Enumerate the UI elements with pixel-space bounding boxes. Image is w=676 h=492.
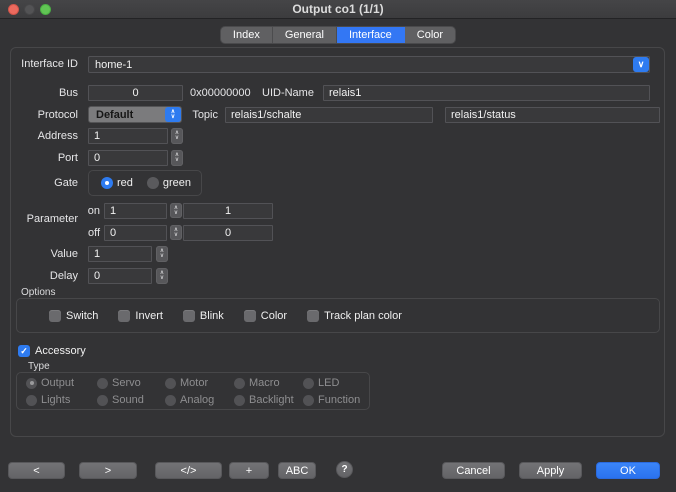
apply-button[interactable]: Apply	[519, 462, 582, 479]
help-button[interactable]: ?	[336, 461, 353, 478]
prev-button[interactable]: <	[8, 462, 65, 479]
options-group-label: Options	[21, 287, 55, 298]
address-label: Address	[0, 130, 78, 142]
delay-stepper[interactable]: ∧∨	[156, 268, 168, 284]
zoom-button[interactable]	[40, 4, 51, 15]
parameter-off-field[interactable]: 0	[104, 225, 167, 241]
port-field[interactable]: 0	[88, 150, 168, 166]
gate-radio-red[interactable]: red	[101, 177, 133, 189]
tab-interface[interactable]: Interface	[337, 27, 405, 43]
parameter-off-label: off	[60, 227, 100, 239]
value-stepper[interactable]: ∧∨	[156, 246, 168, 262]
topic-send-field[interactable]: relais1/schalte	[225, 107, 433, 123]
type-radio-led: LED	[303, 377, 369, 389]
window-controls	[8, 4, 51, 15]
minimize-button	[24, 4, 35, 15]
topic-status-field[interactable]: relais1/status	[445, 107, 660, 123]
type-radio-sound: Sound	[97, 394, 165, 406]
interface-id-value: home-1	[89, 59, 633, 71]
value-field[interactable]: 1	[88, 246, 152, 262]
radio-icon	[26, 378, 37, 389]
add-button[interactable]: +	[229, 462, 269, 479]
radio-icon	[165, 395, 176, 406]
chevron-down-icon[interactable]: ∨	[633, 57, 649, 72]
options-group: Switch Invert Blink Color Track plan col…	[16, 298, 660, 333]
tab-color[interactable]: Color	[405, 27, 455, 43]
titlebar: Output co1 (1/1)	[0, 0, 676, 19]
checkbox-icon	[118, 310, 130, 322]
radio-icon	[234, 378, 245, 389]
checkbox-accessory[interactable]: ✓ Accessory	[18, 345, 86, 357]
protocol-label: Protocol	[0, 109, 78, 121]
type-radio-lights: Lights	[26, 394, 97, 406]
type-radio-function: Function	[303, 394, 369, 406]
type-radio-servo: Servo	[97, 377, 165, 389]
checkbox-blink[interactable]: Blink	[183, 310, 224, 322]
type-radio-backlight: Backlight	[234, 394, 303, 406]
code-button[interactable]: </>	[155, 462, 222, 479]
port-label: Port	[0, 152, 78, 164]
bus-label: Bus	[0, 87, 78, 99]
parameter-on-field[interactable]: 1	[104, 203, 167, 219]
window-title: Output co1 (1/1)	[292, 2, 383, 16]
parameter-on-stepper[interactable]: ∧∨	[170, 203, 182, 218]
radio-icon	[165, 378, 176, 389]
type-radio-analog: Analog	[165, 394, 234, 406]
checkbox-track-plan-color[interactable]: Track plan color	[307, 310, 402, 322]
abc-button[interactable]: ABC	[278, 462, 316, 479]
address-stepper[interactable]: ∧∨	[171, 128, 183, 144]
radio-icon	[303, 378, 314, 389]
value-label: Value	[0, 248, 78, 260]
type-group-label: Type	[28, 361, 50, 372]
tab-general[interactable]: General	[273, 27, 337, 43]
address-field[interactable]: 1	[88, 128, 168, 144]
tab-bar: Index General Interface Color	[0, 26, 676, 44]
delay-field[interactable]: 0	[88, 268, 152, 284]
port-stepper[interactable]: ∧∨	[171, 150, 183, 166]
interface-id-label: Interface ID	[0, 58, 78, 70]
checkbox-icon	[49, 310, 61, 322]
checkbox-color[interactable]: Color	[244, 310, 287, 322]
radio-icon	[97, 378, 108, 389]
parameter-off-field2[interactable]: 0	[183, 225, 273, 241]
bus-hex-label: 0x00000000	[190, 87, 251, 99]
tab-index[interactable]: Index	[221, 27, 273, 43]
type-group: Output Servo Motor Macro LED Lights Soun…	[16, 372, 370, 410]
radio-icon	[26, 395, 37, 406]
topic-label: Topic	[150, 109, 218, 121]
type-radio-macro: Macro	[234, 377, 303, 389]
parameter-off-stepper[interactable]: ∧∨	[170, 225, 182, 240]
checkbox-invert[interactable]: Invert	[118, 310, 163, 322]
type-radio-motor: Motor	[165, 377, 234, 389]
radio-icon	[303, 395, 314, 406]
uid-name-label: UID-Name	[262, 87, 314, 99]
parameter-on-label: on	[60, 205, 100, 217]
checkbox-icon	[244, 310, 256, 322]
cancel-button[interactable]: Cancel	[442, 462, 505, 479]
checkmark-icon: ✓	[18, 345, 30, 357]
delay-label: Delay	[0, 270, 78, 282]
gate-group: red green	[88, 170, 202, 196]
radio-icon	[101, 177, 113, 189]
gate-radio-green[interactable]: green	[147, 177, 191, 189]
radio-icon	[97, 395, 108, 406]
next-button[interactable]: >	[79, 462, 137, 479]
uid-name-field[interactable]: relais1	[323, 85, 650, 101]
checkbox-icon	[307, 310, 319, 322]
checkbox-icon	[183, 310, 195, 322]
ok-button[interactable]: OK	[596, 462, 660, 479]
close-button[interactable]	[8, 4, 19, 15]
radio-icon	[147, 177, 159, 189]
gate-label: Gate	[0, 177, 78, 189]
parameter-on-field2[interactable]: 1	[183, 203, 273, 219]
type-radio-output: Output	[26, 377, 97, 389]
checkbox-switch[interactable]: Switch	[49, 310, 98, 322]
interface-id-combobox[interactable]: home-1 ∨	[88, 56, 650, 73]
bus-field[interactable]: 0	[88, 85, 183, 101]
radio-icon	[234, 395, 245, 406]
